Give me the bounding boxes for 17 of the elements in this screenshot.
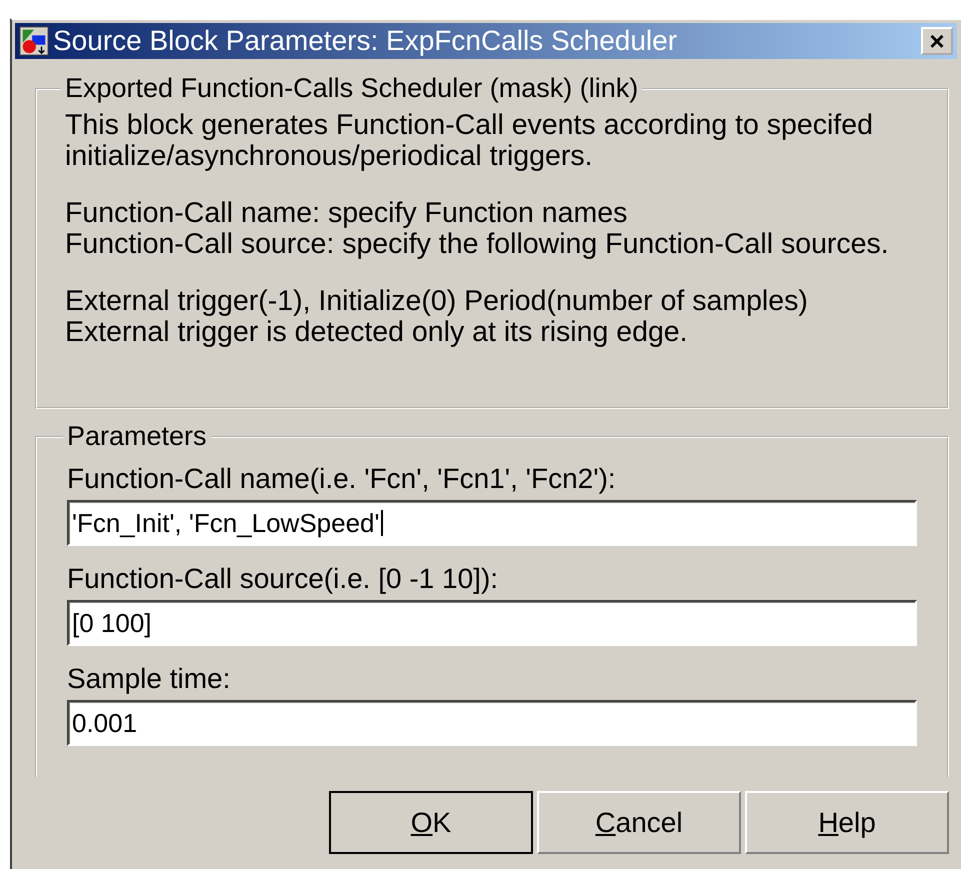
group-title: Parameters bbox=[66, 421, 208, 452]
dialog-button[interactable]: Cancel bbox=[537, 791, 741, 854]
field-label: Function-Call source(i.e. [0 -1 10]): bbox=[67, 562, 500, 596]
input-field[interactable]: 0.001 bbox=[67, 700, 917, 746]
window-title: Source Block Parameters: ExpFcnCalls Scheduler bbox=[53, 25, 678, 57]
description-text: External trigger(-1), Initialize(0) Period(number of samples) External trigger is detected only at its rising edge. bbox=[65, 286, 809, 348]
field-label: Function-Call name(i.e. 'Fcn', 'Fcn1', 'Fcn2'): bbox=[67, 462, 617, 496]
close-button[interactable]: × bbox=[921, 27, 953, 55]
description-text: This block generates Function-Call events according to specifed initialize/asynchronous/periodical triggers. bbox=[65, 110, 874, 172]
input-field[interactable]: 'Fcn_Init', 'Fcn_LowSpeed' bbox=[67, 500, 917, 546]
dialog-button[interactable]: Help bbox=[745, 791, 949, 854]
block-diagram-icon bbox=[19, 26, 49, 56]
group-title: Exported Function-Calls Scheduler (mask) (link) bbox=[64, 73, 640, 104]
description-text: Function-Call name: specify Function names Function-Call source: specify the following Function-Call sources. bbox=[65, 198, 890, 260]
input-field[interactable]: [0 100] bbox=[67, 600, 917, 646]
dialog-button[interactable]: OK bbox=[329, 791, 533, 854]
field-label: Sample time: bbox=[67, 662, 232, 696]
